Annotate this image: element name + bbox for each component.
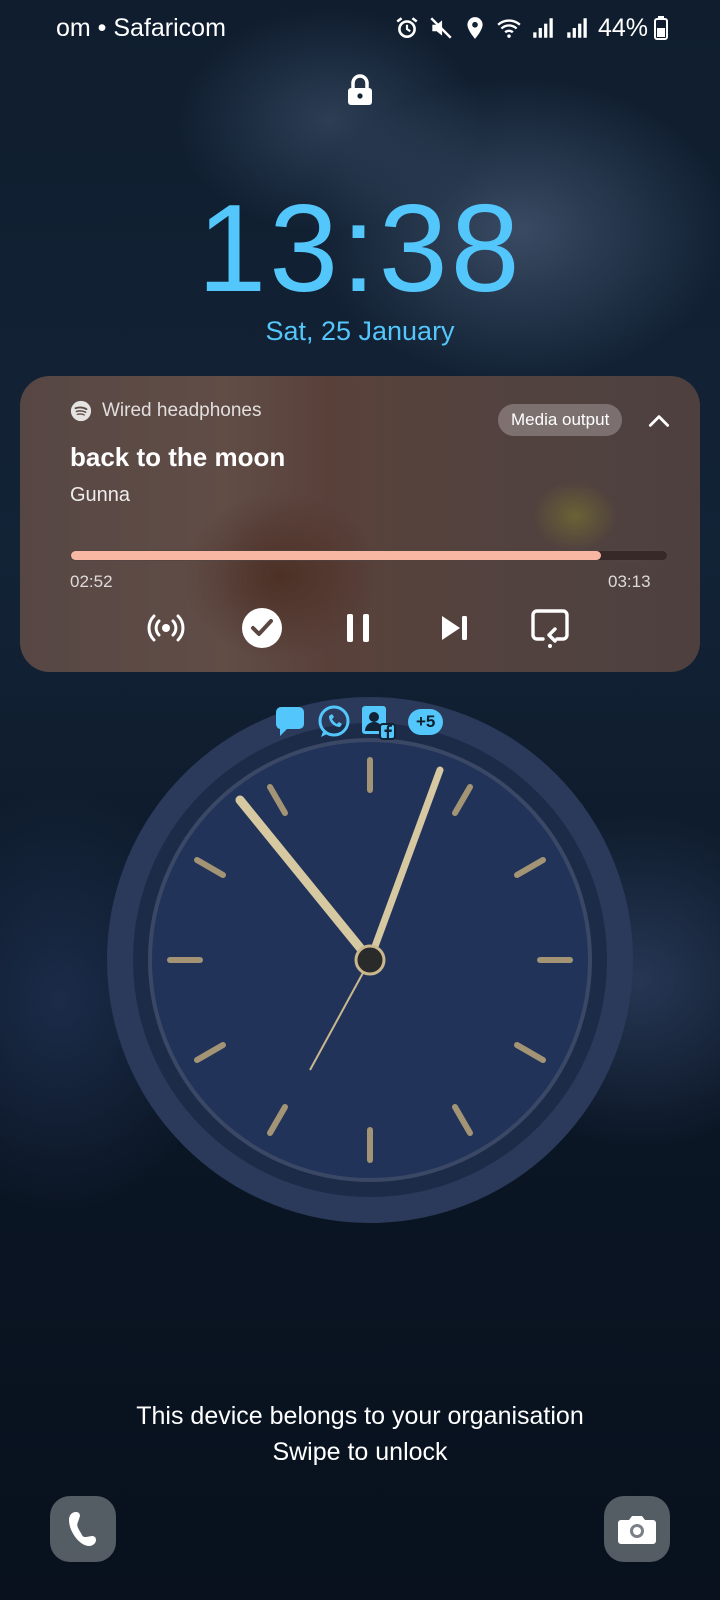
lock-icon [348,74,372,105]
status-icons: 44% [394,14,668,43]
camera-icon [618,1516,656,1544]
next-track-button[interactable] [432,606,476,650]
media-source-row: Wired headphones [70,400,262,422]
whatsapp-icon [318,705,350,737]
phone-icon [69,1512,96,1546]
battery-status: 44% [598,14,668,43]
organisation-notice: This device belongs to your organisation [136,1402,584,1430]
messages-icon [275,707,304,736]
camera-shortcut[interactable] [604,1496,670,1562]
broadcast-icon [147,614,185,642]
status-bar: om • Safaricom 44% [0,0,720,56]
media-output-button[interactable]: Media output [498,404,623,436]
elapsed-time: 02:52 [70,572,113,591]
battery-icon [654,16,668,40]
signal-icon [567,18,587,38]
track-title: back to the moon [70,442,286,472]
cast-button[interactable] [528,606,572,650]
next-track-icon [442,616,467,640]
check-icon [242,608,282,648]
mute-icon [430,17,452,39]
pause-icon [347,614,369,642]
total-time: 03:13 [608,572,651,591]
notification-icons[interactable]: +5 [272,704,444,740]
phone-shortcut[interactable] [50,1496,116,1562]
location-icon [467,17,483,39]
track-artist: Gunna [70,484,131,506]
cast-icon [531,609,569,648]
facebook-contacts-icon [362,706,396,740]
like-button[interactable] [240,606,284,650]
pause-button[interactable] [336,606,380,650]
output-device-label: Wired headphones [102,400,262,421]
chevron-up-icon[interactable] [646,408,672,434]
wifi-icon [497,19,521,38]
media-player-card[interactable]: Wired headphones Media output back to th… [20,376,700,672]
lock-screen-clock[interactable]: 13:38 [0,178,720,320]
alarm-icon [396,17,418,38]
spotify-icon [70,400,92,422]
broadcast-button[interactable] [144,606,188,650]
signal-icon [533,18,553,38]
playback-progress-bar[interactable] [70,550,668,561]
more-notifications-badge: +5 [408,709,444,735]
playback-progress-fill [71,551,602,560]
carrier-label: om • Safaricom [56,13,226,42]
swipe-to-unlock-hint: Swipe to unlock [272,1438,448,1466]
lock-screen-date: Sat, 25 January [265,316,455,346]
battery-percent: 44% [597,13,648,42]
